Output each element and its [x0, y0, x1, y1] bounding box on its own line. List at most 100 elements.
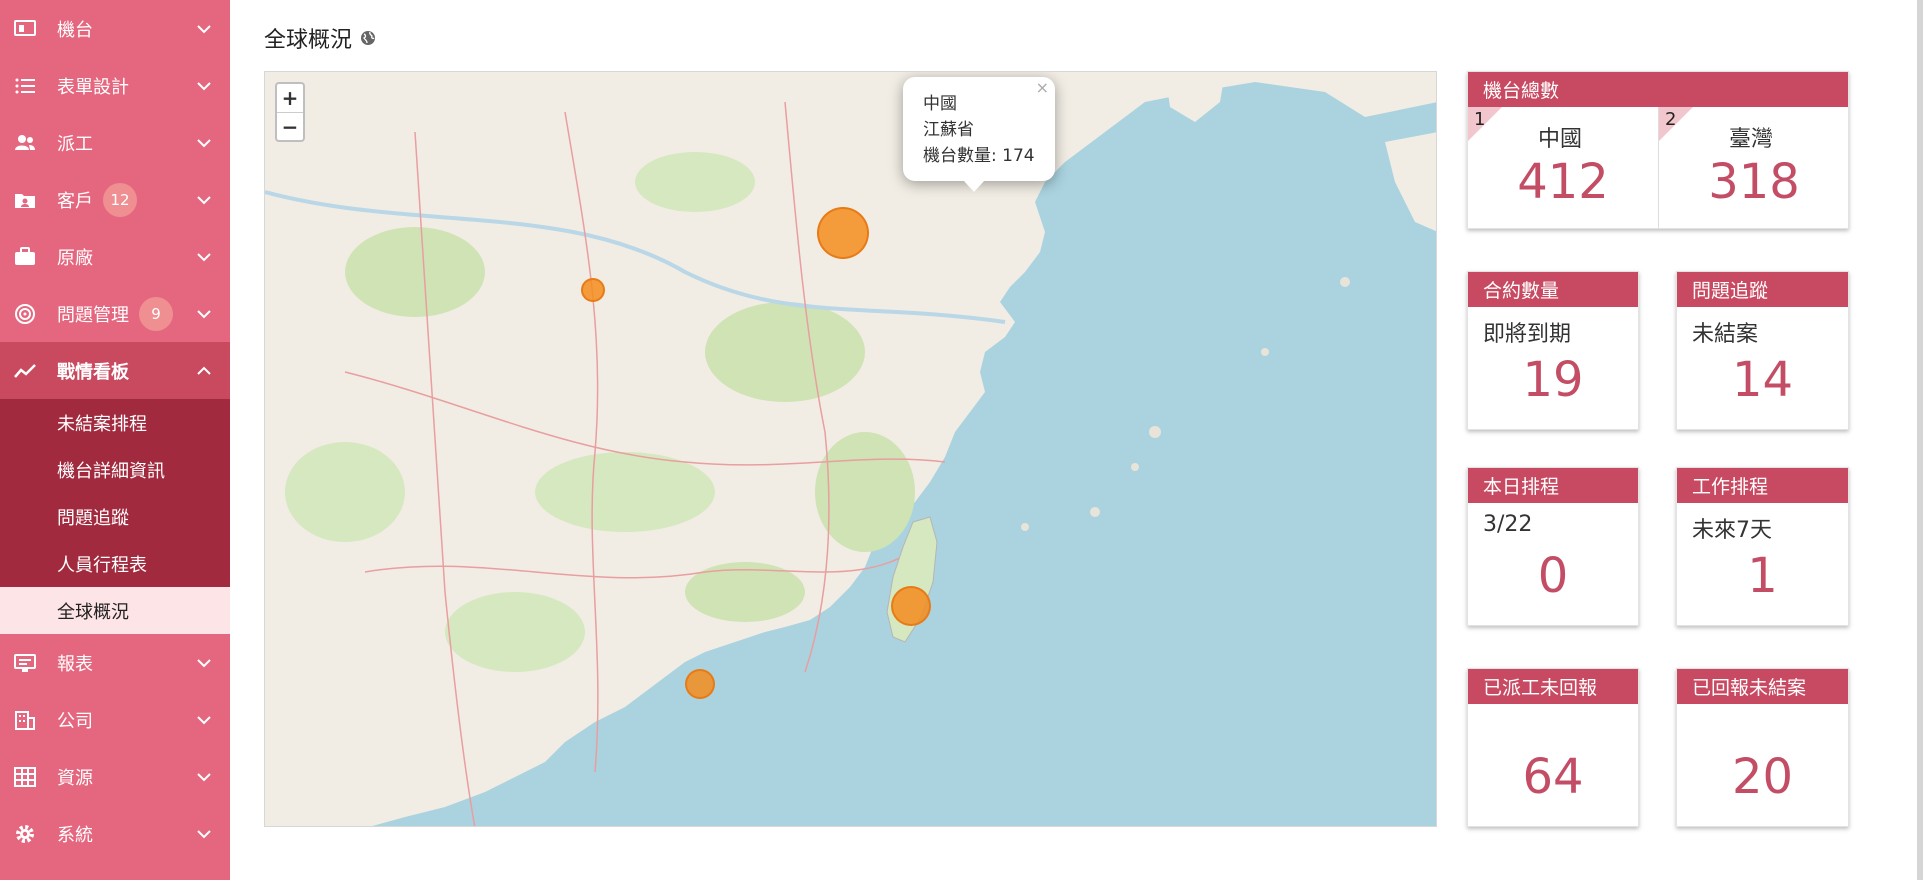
sidebar-item-label: 原廠	[57, 247, 93, 269]
target-icon	[13, 302, 37, 326]
contract-card[interactable]: 合約數量 即將到期 19	[1467, 271, 1639, 430]
rank-number: 2	[1665, 109, 1677, 130]
sidebar-item-dashboard[interactable]: 戰情看板	[0, 342, 230, 399]
chevron-down-icon	[197, 715, 211, 724]
country-name: 臺灣	[1729, 127, 1774, 152]
globe-icon	[361, 31, 376, 45]
building-icon	[13, 708, 37, 732]
chevron-down-icon	[197, 24, 211, 33]
zoom-out-button[interactable]: −	[277, 112, 303, 140]
rank-number: 1	[1474, 109, 1486, 130]
chevron-down-icon	[197, 195, 211, 204]
zoom-in-button[interactable]: +	[277, 84, 303, 112]
issue-count-badge: 9	[139, 296, 173, 331]
sidebar-item-manufacturer[interactable]: 原廠	[0, 228, 230, 285]
submenu-open-schedule[interactable]: 未結案排程	[0, 399, 230, 446]
map-marker-jiangsu[interactable]	[817, 207, 869, 259]
submenu-issue-tracking[interactable]: 問題追蹤	[0, 493, 230, 540]
briefcase-icon	[13, 245, 37, 269]
sidebar-item-label: 公司	[57, 710, 93, 732]
grid-icon	[13, 765, 37, 789]
sidebar-item-dispatch[interactable]: 派工	[0, 114, 230, 171]
sidebar-item-customer[interactable]: 客戶 12	[0, 171, 230, 228]
main-content: 全球概況 + − × 中國 江蘇省 機台數量: 174 機台總數 1 中國 41…	[230, 0, 1923, 880]
chevron-down-icon	[197, 658, 211, 667]
card-value: 1	[1747, 548, 1778, 604]
machine-icon	[13, 17, 37, 41]
card-subtitle: 未結案	[1692, 322, 1759, 347]
dashboard-submenu: 未結案排程 機台詳細資訊 問題追蹤 人員行程表 全球概況	[0, 399, 230, 634]
submenu-global-overview[interactable]: 全球概況	[0, 587, 230, 634]
sidebar-item-label: 問題管理	[57, 304, 129, 326]
map-marker-taiwan[interactable]	[891, 586, 931, 626]
dispatched-unreported-card[interactable]: 已派工未回報 64	[1467, 668, 1639, 827]
sidebar-item-company[interactable]: 公司	[0, 691, 230, 748]
card-title: 機台總數	[1468, 72, 1848, 107]
card-title: 已回報未結案	[1677, 669, 1848, 704]
submenu-staff-schedule[interactable]: 人員行程表	[0, 540, 230, 587]
card-subtitle: 即將到期	[1483, 322, 1572, 347]
machine-count-value: 412	[1517, 154, 1609, 210]
world-map[interactable]: + − × 中國 江蘇省 機台數量: 174	[264, 71, 1437, 827]
popup-close-button[interactable]: ×	[1036, 79, 1049, 97]
reported-unclosed-card[interactable]: 已回報未結案 20	[1676, 668, 1849, 827]
chevron-down-icon	[197, 81, 211, 90]
report-icon	[13, 651, 37, 675]
popup-machine-count: 機台數量: 174	[923, 146, 1035, 166]
list-icon	[13, 74, 37, 98]
today-schedule-card[interactable]: 本日排程 3/22 0	[1467, 467, 1639, 626]
map-marker-hubei[interactable]	[581, 278, 605, 302]
card-subtitle: 3/22	[1483, 512, 1533, 537]
folder-user-icon	[13, 188, 37, 212]
card-title: 問題追蹤	[1677, 272, 1848, 307]
sidebar-item-label: 表單設計	[57, 76, 129, 98]
machine-total-card: 機台總數 1 中國 412 2 臺灣 318	[1467, 71, 1849, 229]
sidebar-item-label: 系統	[57, 824, 93, 846]
app: 機台 表單設計 派工 客戶 12 原廠 問題管理 9 戰情看板 未結案排程 機台…	[0, 0, 1923, 880]
gear-icon	[13, 822, 37, 846]
card-value: 64	[1522, 749, 1584, 805]
card-title: 合約數量	[1468, 272, 1638, 307]
users-icon	[13, 131, 37, 155]
sidebar-item-form-design[interactable]: 表單設計	[0, 57, 230, 114]
card-value: 14	[1731, 352, 1794, 408]
page-title-text: 全球概況	[264, 28, 353, 53]
sidebar-item-label: 戰情看板	[57, 361, 129, 383]
card-value: 20	[1731, 749, 1794, 805]
sidebar-item-label: 派工	[57, 133, 93, 155]
sidebar: 機台 表單設計 派工 客戶 12 原廠 問題管理 9 戰情看板 未結案排程 機台…	[0, 0, 230, 880]
sidebar-item-report[interactable]: 報表	[0, 634, 230, 691]
submenu-machine-details[interactable]: 機台詳細資訊	[0, 446, 230, 493]
sidebar-item-label: 客戶	[57, 190, 93, 212]
popup-country: 中國	[923, 94, 957, 114]
sidebar-item-issue-management[interactable]: 問題管理 9	[0, 285, 230, 342]
chart-line-icon	[13, 359, 37, 383]
map-zoom-control: + −	[275, 82, 305, 142]
chevron-up-icon	[197, 366, 211, 375]
popup-province: 江蘇省	[923, 120, 974, 140]
map-popup: × 中國 江蘇省 機台數量: 174	[903, 77, 1055, 192]
card-value: 0	[1537, 548, 1569, 604]
card-title: 工作排程	[1677, 468, 1848, 503]
sidebar-item-resource[interactable]: 資源	[0, 748, 230, 805]
sidebar-item-label: 機台	[57, 19, 93, 41]
chevron-down-icon	[197, 252, 211, 261]
page-title: 全球概況	[264, 22, 376, 54]
customer-count-badge: 12	[103, 182, 137, 217]
map-tiles	[265, 72, 1436, 826]
card-value: 19	[1522, 352, 1584, 408]
country-name: 中國	[1538, 127, 1583, 152]
chevron-down-icon	[197, 772, 211, 781]
chevron-down-icon	[197, 829, 211, 838]
card-title: 已派工未回報	[1468, 669, 1638, 704]
map-marker-guangdong[interactable]	[685, 669, 715, 699]
sidebar-item-label: 資源	[57, 767, 93, 789]
page-scrollbar[interactable]	[1917, 0, 1923, 880]
issue-tracking-card[interactable]: 問題追蹤 未結案 14	[1676, 271, 1849, 430]
machine-count-value: 318	[1708, 154, 1800, 210]
sidebar-item-machine[interactable]: 機台	[0, 0, 230, 57]
work-schedule-card[interactable]: 工作排程 未來7天 1	[1676, 467, 1849, 626]
card-subtitle: 未來7天	[1692, 518, 1772, 543]
chevron-down-icon	[197, 138, 211, 147]
sidebar-item-system[interactable]: 系統	[0, 805, 230, 862]
